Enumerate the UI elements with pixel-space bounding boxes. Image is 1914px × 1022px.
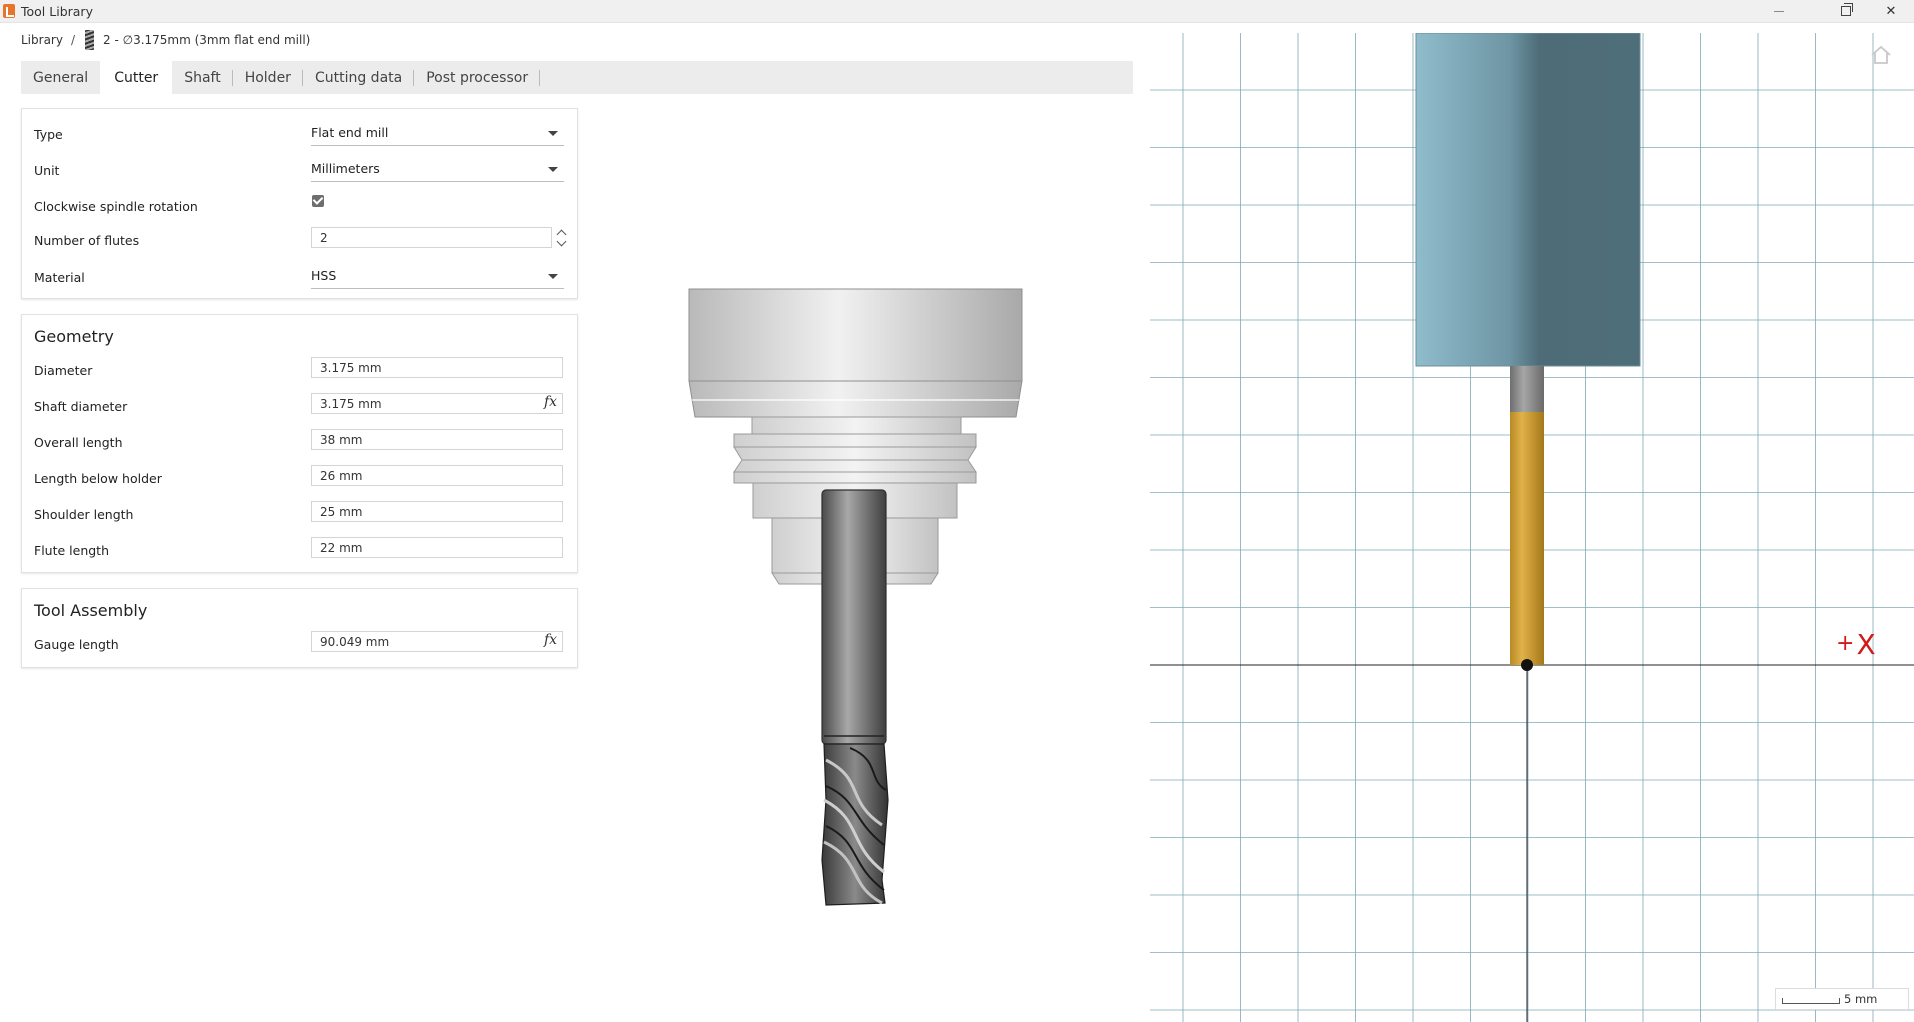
shaft-silhouette [1510, 366, 1544, 412]
shaft-diameter-fx-icon[interactable]: fx [544, 394, 562, 412]
diameter-input[interactable] [311, 357, 563, 378]
tool-tip-point [1521, 659, 1533, 671]
chevron-down-icon[interactable] [556, 236, 567, 247]
tool-assembly-panel: Tool Assembly Gauge length fx [21, 588, 578, 668]
axis-sign: + [1836, 631, 1855, 656]
tab-cutting-data[interactable]: Cutting data [303, 61, 415, 94]
scale-line [1782, 998, 1840, 1004]
flute-length-row: Flute length [22, 537, 577, 563]
axis-letter: X [1856, 628, 1876, 661]
unit-value: Millimeters [311, 161, 380, 176]
material-label: Material [34, 270, 85, 285]
tab-bar: General Cutter Shaft Holder Cutting data… [21, 61, 1133, 94]
shaft-diameter-label: Shaft diameter [34, 399, 128, 414]
shoulder-length-row: Shoulder length [22, 501, 577, 527]
tab-cutter[interactable]: Cutter [100, 61, 173, 94]
flute-silhouette [1510, 412, 1544, 665]
gauge-length-input[interactable] [311, 631, 563, 652]
overall-length-label: Overall length [34, 435, 123, 450]
tool-2d-view[interactable] [1150, 33, 1914, 1022]
scale-bar: 5 mm [1775, 988, 1909, 1010]
close-icon: ✕ [1885, 3, 1897, 19]
minimize-button[interactable] [1756, 0, 1802, 22]
breadcrumb-library-link[interactable]: Library [21, 33, 63, 47]
gauge-length-fx-icon[interactable]: fx [544, 632, 562, 650]
type-label: Type [34, 127, 63, 142]
chevron-down-icon [548, 167, 558, 172]
material-select[interactable]: HSS [311, 264, 564, 289]
tool-3d-preview[interactable] [600, 100, 1120, 940]
restore-icon [1841, 3, 1853, 16]
shaft-diameter-row: Shaft diameter fx [22, 393, 577, 419]
diameter-label: Diameter [34, 363, 93, 378]
end-mill-flutes [821, 743, 889, 906]
shoulder-length-input[interactable] [311, 501, 563, 522]
length-below-holder-label: Length below holder [34, 471, 162, 486]
tab-holder[interactable]: Holder [233, 61, 304, 94]
length-below-holder-row: Length below holder [22, 465, 577, 491]
end-mill-shank [821, 489, 887, 745]
unit-select[interactable]: Millimeters [311, 157, 564, 182]
app-logo-icon [3, 4, 15, 18]
window-title: Tool Library [21, 4, 93, 19]
type-row: Type Flat end mill [22, 121, 577, 147]
length-below-holder-input[interactable] [311, 465, 563, 486]
breadcrumb: Library / 2 - ∅3.175mm (3mm flat end mil… [21, 30, 311, 50]
x-axis-label: +X [1836, 628, 1876, 661]
tab-general[interactable]: General [21, 61, 100, 94]
shoulder-length-label: Shoulder length [34, 507, 134, 522]
flutes-input[interactable] [311, 227, 552, 248]
clockwise-row: Clockwise spindle rotation [22, 193, 577, 219]
flutes-stepper[interactable] [556, 227, 568, 249]
flute-length-input[interactable] [311, 537, 563, 558]
breadcrumb-separator: / [70, 33, 76, 47]
type-select[interactable]: Flat end mill [311, 121, 564, 146]
type-value: Flat end mill [311, 125, 389, 140]
tab-post-processor[interactable]: Post processor [414, 61, 540, 94]
shaft-diameter-input[interactable] [311, 393, 563, 414]
geometry-title: Geometry [34, 327, 114, 346]
overall-length-input[interactable] [311, 429, 563, 450]
tab-shaft[interactable]: Shaft [172, 61, 233, 94]
flute-length-label: Flute length [34, 543, 109, 558]
scale-text: 5 mm [1844, 992, 1878, 1006]
end-mill-icon [85, 30, 95, 50]
flutes-row: Number of flutes [22, 227, 577, 253]
title-bar: Tool Library ✕ [0, 0, 1914, 23]
gauge-length-label: Gauge length [34, 637, 119, 652]
diameter-row: Diameter [22, 357, 577, 383]
holder-silhouette [1415, 33, 1641, 367]
close-button[interactable]: ✕ [1868, 0, 1914, 22]
clockwise-checkbox[interactable] [312, 195, 324, 207]
restore-button[interactable] [1823, 0, 1869, 22]
overall-length-row: Overall length [22, 429, 577, 455]
material-row: Material HSS [22, 264, 577, 290]
geometry-panel: Geometry Diameter Shaft diameter fx Over… [21, 314, 578, 573]
cutter-panel: Type Flat end mill Unit Millimeters Cloc… [21, 108, 578, 299]
clockwise-label: Clockwise spindle rotation [34, 199, 198, 214]
home-icon[interactable] [1869, 44, 1893, 66]
minimize-icon [1774, 10, 1784, 12]
gauge-length-row: Gauge length fx [22, 631, 577, 657]
flutes-label: Number of flutes [34, 233, 140, 248]
unit-label: Unit [34, 163, 60, 178]
unit-row: Unit Millimeters [22, 157, 577, 183]
material-value: HSS [311, 268, 337, 283]
chevron-down-icon [548, 274, 558, 279]
tool-assembly-title: Tool Assembly [34, 601, 148, 620]
breadcrumb-current-tool: 2 - ∅3.175mm (3mm flat end mill) [103, 33, 311, 47]
chevron-down-icon [548, 131, 558, 136]
